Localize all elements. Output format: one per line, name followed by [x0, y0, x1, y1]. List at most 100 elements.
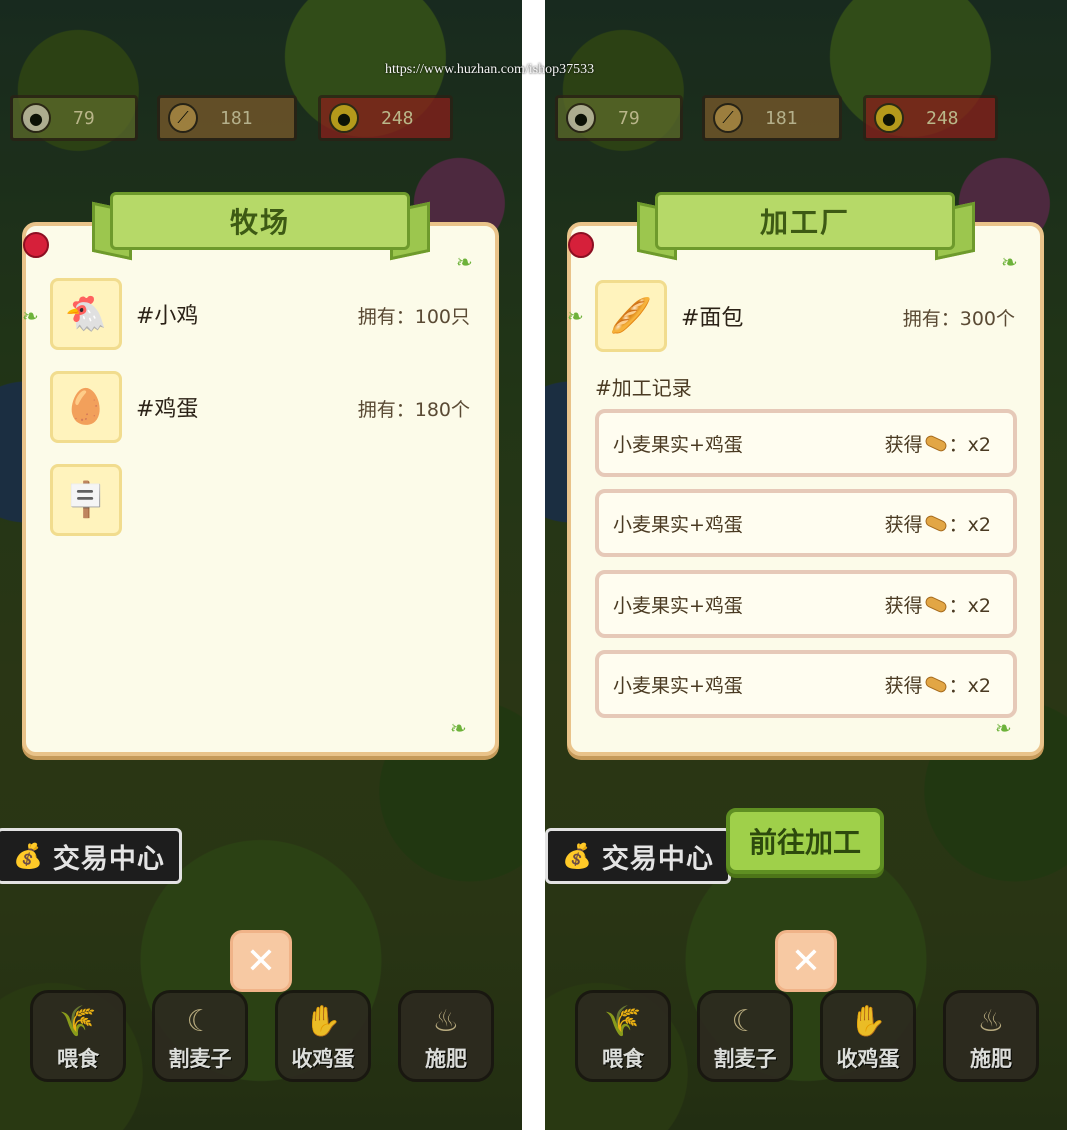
collect-eggs-button[interactable]: ✋ 收鸡蛋	[275, 990, 371, 1082]
item-owned-bread: 拥有：300个	[902, 308, 1015, 330]
feed-label: 喂食	[602, 1047, 644, 1071]
cherry-icon	[568, 232, 594, 258]
wheat-counter: ⟋ 181	[702, 95, 842, 141]
process-record: 小麦果实+鸡蛋 获得 ：x2	[595, 570, 1017, 638]
leaf-icon: ❧	[995, 716, 1012, 740]
sign-post-icon: 🪧	[64, 480, 108, 520]
item-name-chicken: #小鸡	[136, 304, 199, 329]
go-process-button[interactable]: 前往加工	[726, 808, 884, 874]
process-record: 小麦果实+鸡蛋 获得 ：x2	[595, 409, 1017, 477]
bread-icon	[923, 433, 948, 453]
record-gain: 获得 ：x2	[885, 671, 991, 698]
bread-slot[interactable]: 🥖	[595, 280, 667, 352]
coin-counter: ● 248	[318, 95, 453, 141]
egg-icon: ●	[566, 103, 596, 133]
wheat-icon: ⟋	[713, 103, 743, 133]
panel-title-banner: 牧场	[110, 192, 410, 250]
fertilize-button[interactable]: ♨ 施肥	[398, 990, 494, 1082]
record-recipe: 小麦果实+鸡蛋	[613, 513, 743, 536]
egg-icon: ●	[21, 103, 51, 133]
close-button[interactable]: ✕	[775, 930, 837, 992]
leaf-icon: ❧	[450, 716, 467, 740]
trade-center-label: 交易中心	[601, 843, 714, 875]
egg-slot[interactable]: 🥚	[50, 371, 122, 443]
panel-title: 牧场	[229, 206, 290, 239]
watermark-url: https://www.huzhan.com/ishop37533	[385, 62, 595, 77]
bread-icon: 🥖	[609, 296, 653, 336]
collect-eggs-label: 收鸡蛋	[836, 1047, 900, 1071]
record-gain-suffix: ：x2	[948, 433, 991, 456]
coin-counter: ● 248	[863, 95, 998, 141]
record-gain: 获得 ：x2	[885, 510, 991, 537]
close-icon: ✕	[790, 940, 822, 982]
close-button[interactable]: ✕	[230, 930, 292, 992]
fertilize-button[interactable]: ♨ 施肥	[943, 990, 1039, 1082]
sickle-icon: ☾	[731, 1004, 759, 1039]
bread-icon	[923, 674, 948, 694]
coin-count: 248	[926, 107, 959, 129]
coin-icon: ●	[329, 103, 359, 133]
fertilizer-bag-icon: ♨	[432, 1004, 460, 1039]
bread-icon	[923, 513, 948, 533]
ranch-screen: ● 79 ⟋ 181 ● 248 牧场 ❧ ❧ ❧ 🐔 #小鸡 拥有：100只 …	[0, 0, 522, 1130]
close-icon: ✕	[245, 940, 277, 982]
item-owned-chicken: 拥有：100只	[357, 306, 470, 328]
process-records-label: #加工记录	[595, 376, 692, 400]
wheat-count: 181	[220, 107, 253, 129]
record-gain: 获得 ：x2	[885, 430, 991, 457]
panel-title: 加工厂	[759, 206, 850, 239]
bread-icon	[923, 594, 948, 614]
money-bag-icon: 💰	[13, 842, 43, 870]
glove-icon: ✋	[304, 1004, 342, 1039]
item-owned-egg: 拥有：180个	[357, 399, 470, 421]
process-record: 小麦果实+鸡蛋 获得 ：x2	[595, 489, 1017, 557]
wheat-count: 181	[765, 107, 798, 129]
leaf-icon: ❧	[567, 304, 584, 328]
harvest-wheat-button[interactable]: ☾ 割麦子	[697, 990, 793, 1082]
fertilizer-bag-icon: ♨	[977, 1004, 1005, 1039]
cherry-icon	[23, 232, 49, 258]
trade-center-label: 交易中心	[52, 843, 165, 875]
harvest-wheat-button[interactable]: ☾ 割麦子	[152, 990, 248, 1082]
sickle-icon: ☾	[186, 1004, 214, 1039]
leaf-icon: ❧	[1001, 250, 1018, 274]
chicken-slot[interactable]: 🐔	[50, 278, 122, 350]
panel-title-banner: 加工厂	[655, 192, 955, 250]
feed-button[interactable]: 🌾 喂食	[30, 990, 126, 1082]
record-recipe: 小麦果实+鸡蛋	[613, 674, 743, 697]
feed-label: 喂食	[57, 1047, 99, 1071]
coin-count: 248	[381, 107, 414, 129]
coin-icon: ●	[874, 103, 904, 133]
wheat-counter: ⟋ 181	[157, 95, 297, 141]
fertilize-label: 施肥	[425, 1047, 467, 1071]
egg-counter: ● 79	[10, 95, 138, 141]
trade-center-button[interactable]: 💰 交易中心	[545, 828, 731, 884]
record-gain-suffix: ：x2	[948, 513, 991, 536]
glove-icon: ✋	[849, 1004, 887, 1039]
item-name-egg: #鸡蛋	[136, 397, 199, 422]
collect-eggs-label: 收鸡蛋	[291, 1047, 355, 1071]
wheat-icon: 🌾	[604, 1004, 642, 1039]
record-gain-prefix: 获得	[884, 513, 923, 536]
record-gain-prefix: 获得	[884, 433, 923, 456]
egg-counter: ● 79	[555, 95, 683, 141]
trade-center-button[interactable]: 💰 交易中心	[0, 828, 182, 884]
record-recipe: 小麦果实+鸡蛋	[613, 433, 743, 456]
leaf-icon: ❧	[22, 304, 39, 328]
feed-button[interactable]: 🌾 喂食	[575, 990, 671, 1082]
wheat-icon: ⟋	[168, 103, 198, 133]
collect-eggs-button[interactable]: ✋ 收鸡蛋	[820, 990, 916, 1082]
harvest-wheat-label: 割麦子	[713, 1047, 777, 1071]
record-gain-prefix: 获得	[884, 594, 923, 617]
process-record: 小麦果实+鸡蛋 获得 ：x2	[595, 650, 1017, 718]
record-gain-prefix: 获得	[884, 674, 923, 697]
record-gain-suffix: ：x2	[948, 594, 991, 617]
egg-count: 79	[73, 107, 95, 129]
record-gain-suffix: ：x2	[948, 674, 991, 697]
record-recipe: 小麦果实+鸡蛋	[613, 594, 743, 617]
sign-post-slot[interactable]: 🪧	[50, 464, 122, 536]
harvest-wheat-label: 割麦子	[168, 1047, 232, 1071]
egg-icon: 🥚	[64, 387, 108, 427]
chicken-icon: 🐔	[64, 294, 108, 334]
fertilize-label: 施肥	[970, 1047, 1012, 1071]
